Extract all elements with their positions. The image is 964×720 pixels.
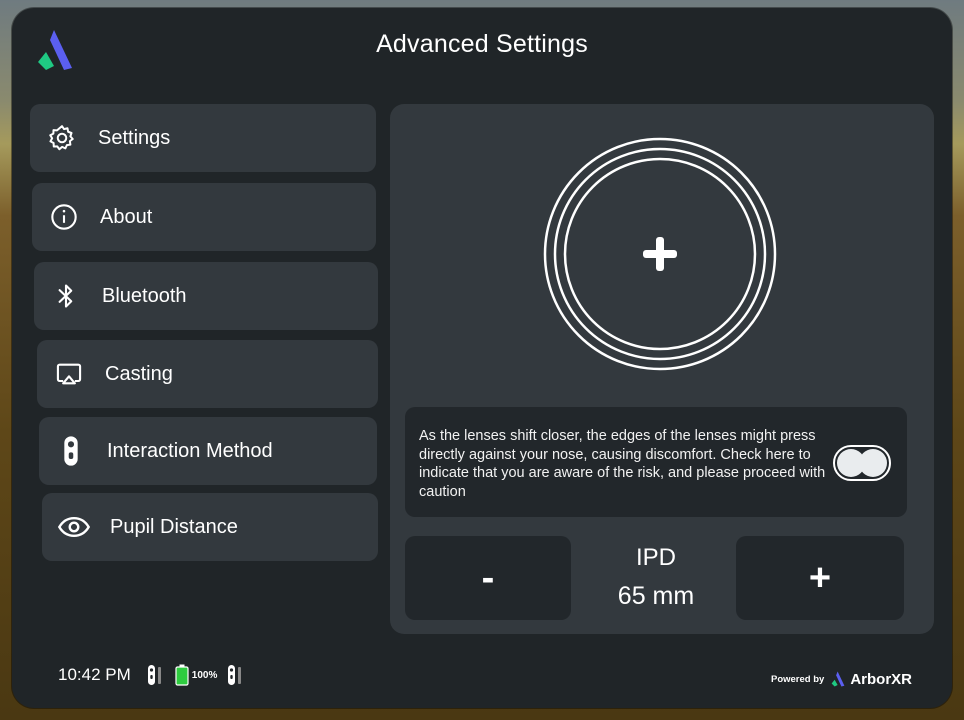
- battery-icon: [175, 664, 189, 686]
- menu-item-settings[interactable]: Settings: [30, 104, 376, 172]
- menu-item-label: Settings: [98, 126, 171, 149]
- menu-item-pupil-distance[interactable]: Pupil Distance: [42, 493, 378, 561]
- powered-by-text: Powered by: [771, 673, 825, 685]
- left-controller-status-icon: [147, 665, 161, 685]
- menu-item-label: Interaction Method: [107, 439, 273, 462]
- ipd-alignment-target: [543, 137, 777, 371]
- ipd-panel: As the lenses shift closer, the edges of…: [390, 104, 934, 634]
- menu-item-about[interactable]: About: [32, 183, 376, 251]
- menu-item-label: Bluetooth: [102, 284, 187, 307]
- arborxr-small-logo-icon: [831, 671, 845, 687]
- menu-item-bluetooth[interactable]: Bluetooth: [34, 262, 378, 330]
- menu-item-interaction-method[interactable]: Interaction Method: [39, 417, 377, 485]
- menu-item-label: Pupil Distance: [110, 515, 238, 538]
- status-bar: 10:42 PM 100%: [58, 664, 245, 686]
- ipd-increase-button[interactable]: +: [736, 536, 904, 620]
- info-icon: [48, 201, 80, 233]
- page-title: Advanced Settings: [376, 30, 588, 58]
- cast-icon: [53, 358, 85, 390]
- ipd-label: IPD: [635, 544, 676, 571]
- right-controller-status-icon: [228, 665, 242, 685]
- menu-item-label: Casting: [105, 362, 173, 385]
- ipd-value: 65 mm: [617, 582, 695, 610]
- ipd-decrease-button[interactable]: -: [405, 536, 571, 620]
- brand-name: ArborXR: [850, 670, 912, 688]
- powered-by: Powered by ArborXR: [771, 670, 912, 688]
- risk-warning-box: As the lenses shift closer, the edges of…: [405, 407, 907, 517]
- menu-item-label: About: [100, 205, 153, 228]
- toggle-knob: [859, 449, 887, 477]
- bluetooth-icon: [50, 280, 82, 312]
- settings-window: Advanced Settings Settings About Bluetoo…: [12, 8, 952, 708]
- crosshair-plus-icon: [643, 237, 677, 271]
- gear-icon: [46, 122, 78, 154]
- controller-icon: [55, 435, 87, 467]
- battery-percent: 100%: [191, 669, 218, 681]
- clock-time: 10:42 PM: [58, 665, 131, 684]
- eye-icon: [58, 511, 90, 543]
- risk-warning-text: As the lenses shift closer, the edges of…: [419, 428, 826, 500]
- risk-acknowledge-toggle[interactable]: [833, 445, 891, 481]
- menu-item-casting[interactable]: Casting: [37, 340, 378, 408]
